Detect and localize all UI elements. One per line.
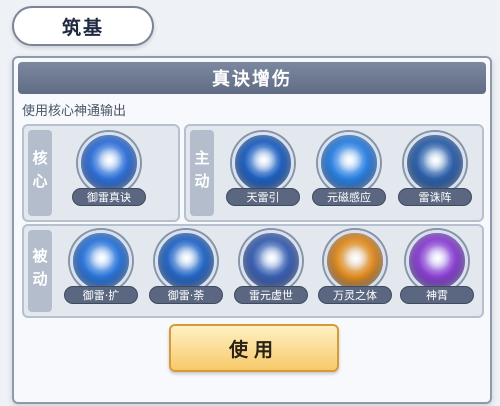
passive-skill-group: 被动 御雷·扩 御雷·荼 雷元虚世 万灵之体 神霄 xyxy=(22,224,484,318)
tab-zhuji[interactable]: 筑基 xyxy=(12,6,154,46)
active-skill-group: 主动 天雷引 元磁感应 雷诛阵 xyxy=(184,124,484,222)
core-group-label: 核心 xyxy=(28,130,52,216)
skill-name: 天雷引 xyxy=(226,188,300,206)
skill-icon xyxy=(406,230,468,292)
skill-name: 元磁感应 xyxy=(312,188,386,206)
skill-name: 雷诛阵 xyxy=(398,188,472,206)
use-button[interactable]: 使用 xyxy=(169,324,339,372)
skill-passive-2[interactable]: 雷元虚世 xyxy=(234,230,308,310)
skill-icon xyxy=(70,230,132,292)
skill-active-0[interactable]: 天雷引 xyxy=(226,132,300,212)
skill-icon xyxy=(324,230,386,292)
skill-active-1[interactable]: 元磁感应 xyxy=(312,132,386,212)
passive-group-label: 被动 xyxy=(28,230,52,312)
skill-icon xyxy=(232,132,294,194)
skill-icon xyxy=(240,230,302,292)
skill-name: 御雷·荼 xyxy=(149,286,223,304)
skill-active-2[interactable]: 雷诛阵 xyxy=(398,132,472,212)
skill-name: 御雷真诀 xyxy=(72,188,146,206)
skill-passive-1[interactable]: 御雷·荼 xyxy=(149,230,223,310)
skill-passive-3[interactable]: 万灵之体 xyxy=(318,230,392,310)
skill-icon xyxy=(404,132,466,194)
panel-title: 真诀增伤 xyxy=(18,62,486,94)
skill-passive-0[interactable]: 御雷·扩 xyxy=(64,230,138,310)
skill-icon xyxy=(78,132,140,194)
skill-icon xyxy=(155,230,217,292)
core-skill-group: 核心 御雷真诀 xyxy=(22,124,180,222)
skill-core-0[interactable]: 御雷真诀 xyxy=(72,132,146,212)
panel-description: 使用核心神通输出 xyxy=(22,104,127,119)
skill-name: 御雷·扩 xyxy=(64,286,138,304)
skill-name: 雷元虚世 xyxy=(234,286,308,304)
skill-name: 万灵之体 xyxy=(318,286,392,304)
skill-icon xyxy=(318,132,380,194)
skill-panel: 真诀增伤 使用核心神通输出 核心 御雷真诀 主动 天雷引 元磁感应 雷诛阵 被动… xyxy=(12,56,492,404)
skill-passive-4[interactable]: 神霄 xyxy=(400,230,474,310)
active-group-label: 主动 xyxy=(190,130,214,216)
skill-name: 神霄 xyxy=(400,286,474,304)
